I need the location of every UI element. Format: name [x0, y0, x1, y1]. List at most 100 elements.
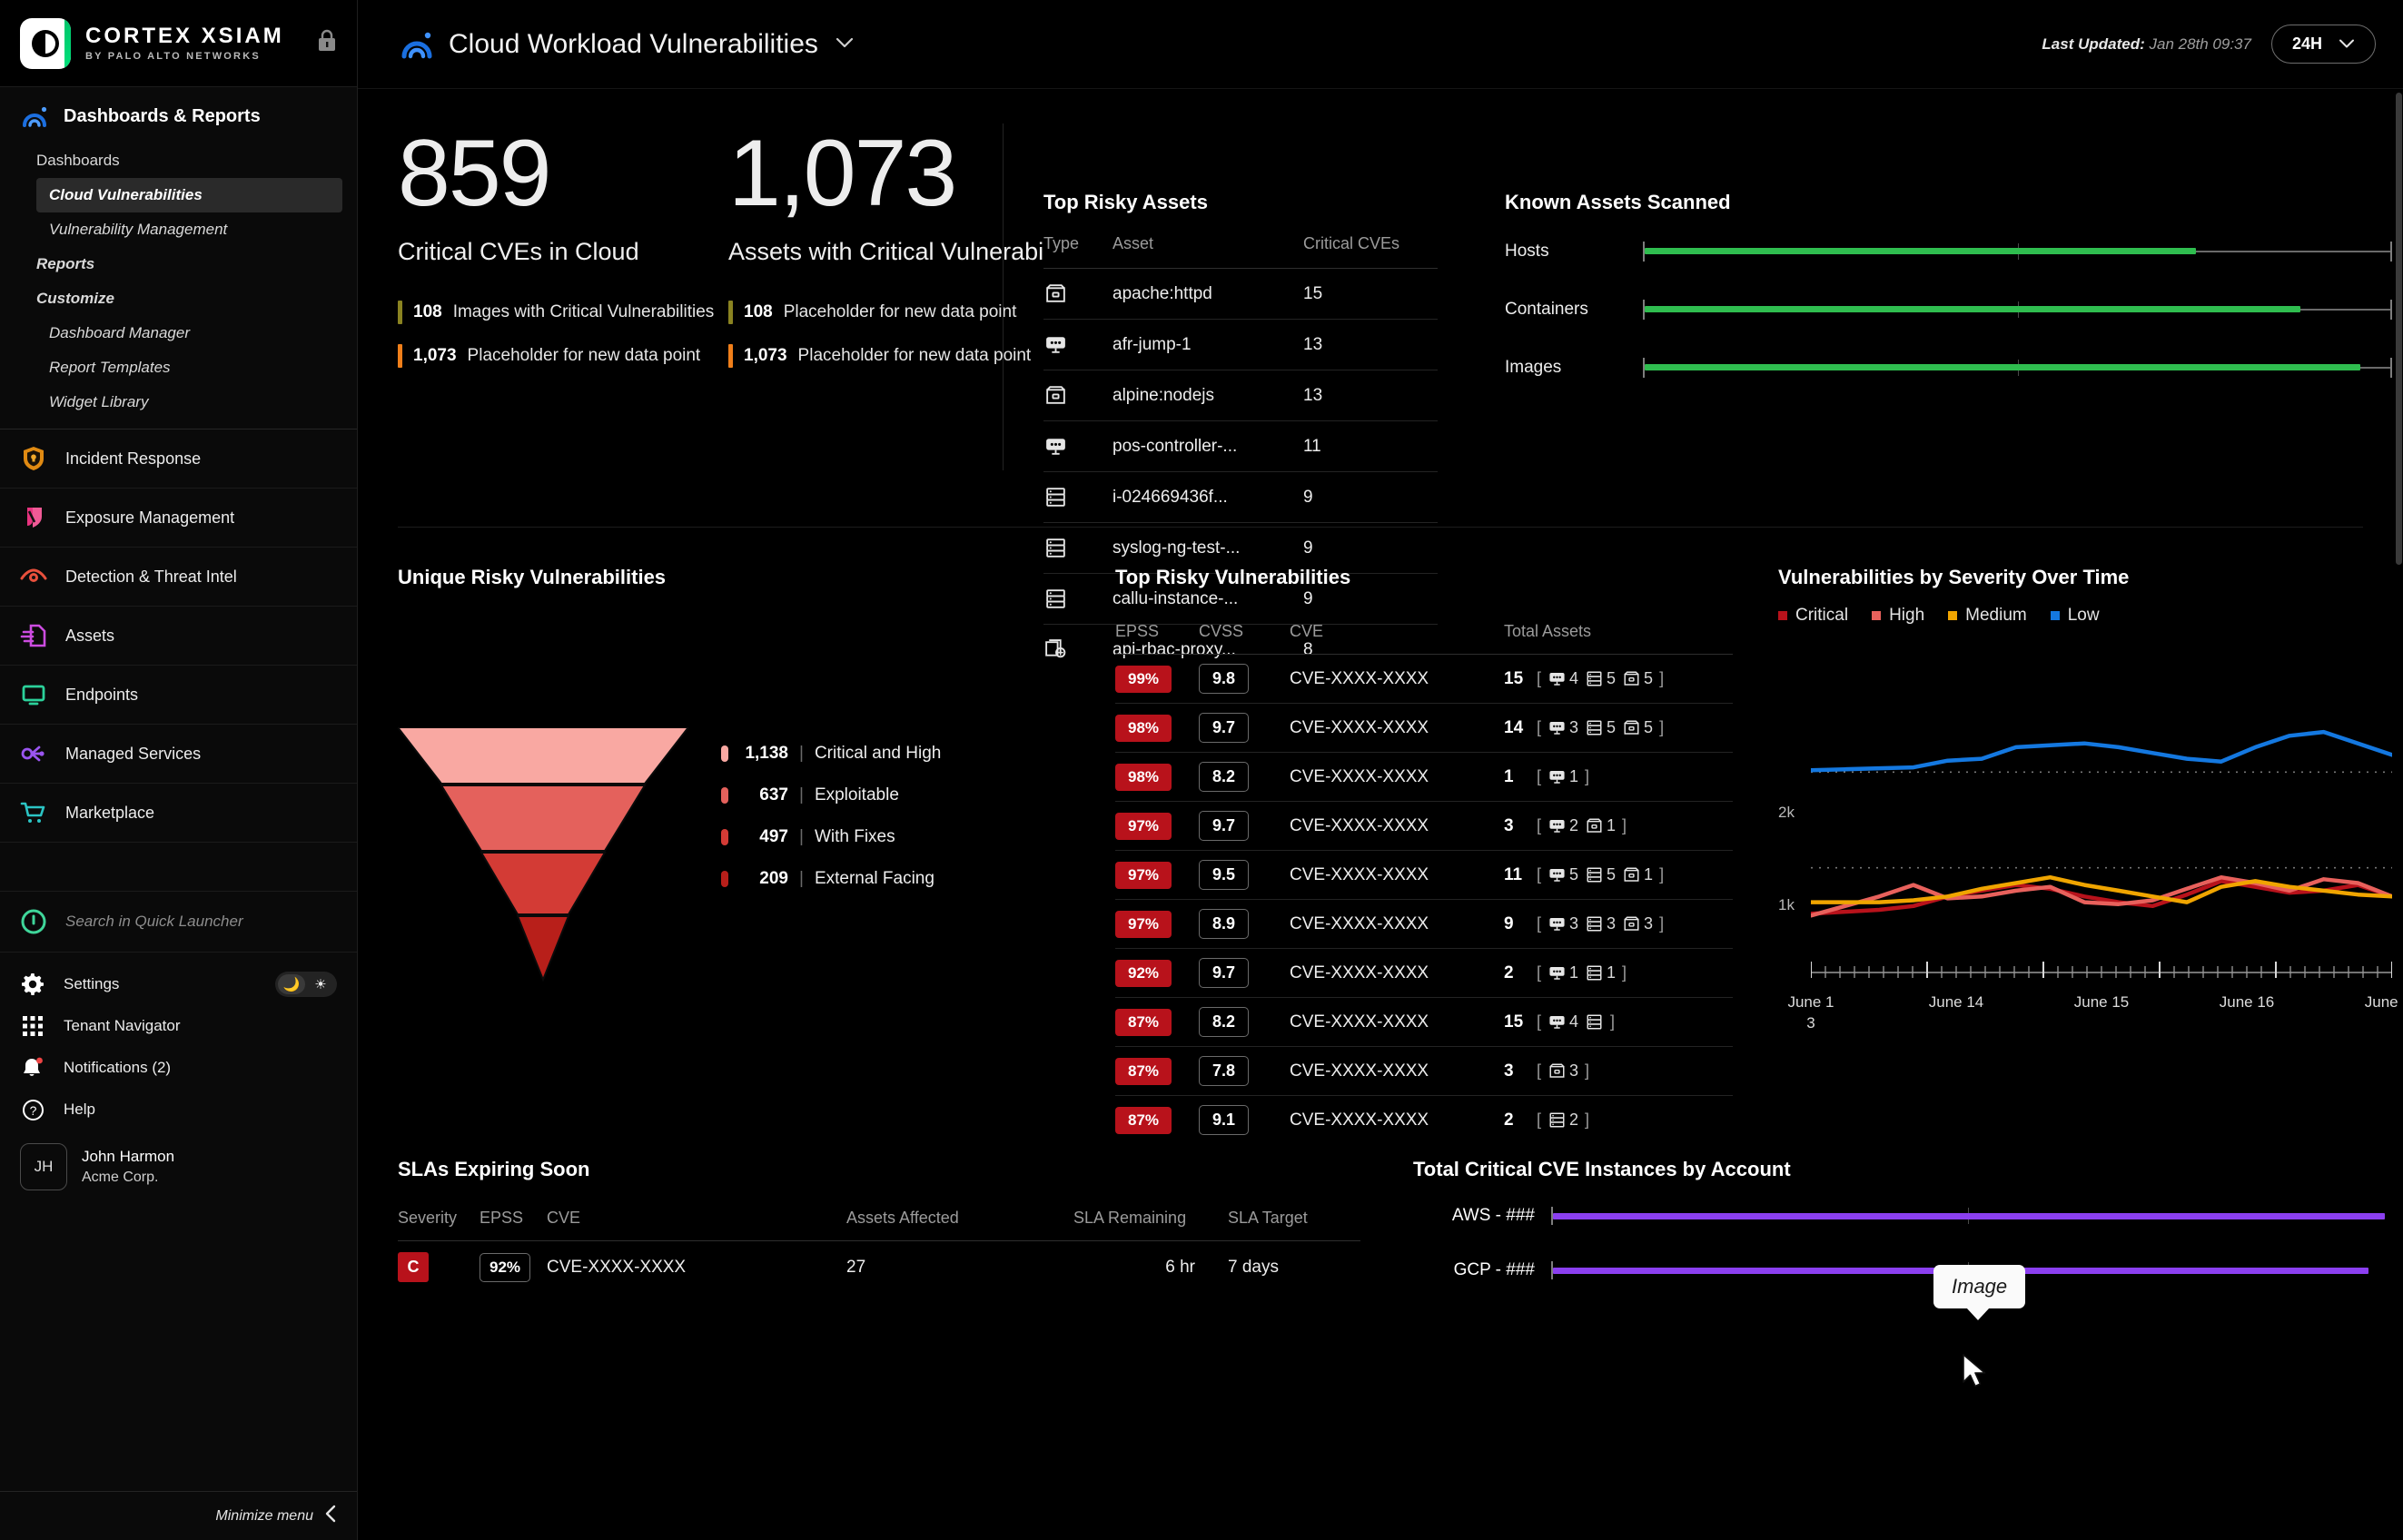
- sidebar-item-exposure-management[interactable]: Exposure Management: [0, 489, 357, 548]
- table-row[interactable]: 97% 9.5 CVE-XXXX-XXXX 11[5 5 1]: [1115, 850, 1733, 900]
- table-row[interactable]: alpine:nodejs 13: [1043, 370, 1438, 421]
- sidebar-sub-nav: Dashboards Cloud Vulnerabilities Vulnera…: [0, 143, 357, 429]
- sidebar-item-managed-services[interactable]: Managed Services: [0, 725, 357, 784]
- tenant-navigator-item[interactable]: Tenant Navigator: [0, 1005, 357, 1047]
- shield-icon: [20, 445, 47, 472]
- epss-cell: 87%: [1115, 1046, 1199, 1096]
- sidebar-item-widget-library[interactable]: Widget Library: [0, 385, 357, 420]
- vertical-scrollbar[interactable]: [2395, 89, 2403, 1540]
- table-row[interactable]: 97% 9.7 CVE-XXXX-XXXX 3[2 1]: [1115, 801, 1733, 851]
- cvss-badge: 7.8: [1199, 1056, 1250, 1086]
- kpi-subitem-value: 108: [413, 301, 442, 321]
- theme-toggle[interactable]: 🌙 ☀: [275, 972, 337, 997]
- settings-item[interactable]: Settings 🌙 ☀: [0, 963, 357, 1005]
- account-bar-track: [1551, 1207, 2385, 1225]
- severity-legend: Critical High Medium Low: [1778, 606, 2403, 626]
- asset-type-cell: [1043, 420, 1112, 472]
- sidebar-item-vulnerability-management[interactable]: Vulnerability Management: [0, 212, 357, 247]
- server-icon: [1585, 865, 1604, 884]
- dashboard-board: 859 Critical CVEs in Cloud 108 Images wi…: [358, 89, 2403, 1540]
- funnel-legend-item: 637 | Exploitable: [721, 785, 941, 805]
- sidebar-item-marketplace[interactable]: Marketplace: [0, 784, 357, 843]
- table-row[interactable]: apache:httpd 15: [1043, 268, 1438, 320]
- table-row[interactable]: 98% 8.2 CVE-XXXX-XXXX 1[1]: [1115, 752, 1733, 802]
- quick-launcher-input[interactable]: Search in Quick Launcher: [0, 892, 357, 953]
- asset-cves-cell: 15: [1303, 268, 1438, 320]
- sun-icon[interactable]: ☀: [307, 974, 334, 994]
- legend-item[interactable]: Medium: [1948, 606, 2027, 626]
- app-root: CORTEX XSIAM BY PALO ALTO NETWORKS Dashb…: [0, 0, 2403, 1540]
- table-row[interactable]: 98% 9.7 CVE-XXXX-XXXX 14[3 5 5]: [1115, 703, 1733, 753]
- known-assets-bar-label: Containers: [1505, 300, 1588, 319]
- table-row[interactable]: 87% 7.8 CVE-XXXX-XXXX 3[3]: [1115, 1046, 1733, 1096]
- kpi-subitem-value: 108: [744, 301, 773, 321]
- sidebar-item-assets[interactable]: Assets: [0, 607, 357, 666]
- known-assets-bar-row: Hosts: [1505, 231, 2392, 272]
- sidebar-item-cloud-vulnerabilities[interactable]: Cloud Vulnerabilities: [36, 178, 342, 212]
- host-icon: [1548, 669, 1567, 688]
- cvss-cell: 7.8: [1199, 1046, 1290, 1096]
- eye-icon: [20, 563, 47, 590]
- known-assets-bar-track: [1643, 300, 2392, 320]
- cvss-cell: 9.7: [1199, 703, 1290, 753]
- sidebar-item-endpoints[interactable]: Endpoints: [0, 666, 357, 725]
- host-icon: [1548, 816, 1567, 835]
- table-row[interactable]: 99% 9.8 CVE-XXXX-XXXX 15[4 5 5]: [1115, 654, 1733, 704]
- cve-cell: CVE-XXXX-XXXX: [1290, 654, 1504, 704]
- known-assets-bar-track: [1643, 242, 2392, 262]
- dashboards-arc-icon: [20, 102, 49, 131]
- scrollbar-thumb[interactable]: [2396, 93, 2402, 565]
- funnel-legend-label: External Facing: [814, 869, 934, 888]
- table-row[interactable]: C 92% CVE-XXXX-XXXX 27 6 hr 7 days: [398, 1240, 1360, 1293]
- sidebar-item-dashboard-manager[interactable]: Dashboard Manager: [0, 316, 357, 350]
- sidebar-item-dashboards[interactable]: Dashboards: [0, 143, 357, 178]
- sidebar-group-dashboards-reports[interactable]: Dashboards & Reports: [0, 87, 357, 143]
- brand-title: CORTEX XSIAM: [85, 23, 284, 48]
- table-row[interactable]: 87% 8.2 CVE-XXXX-XXXX 15[4]: [1115, 997, 1733, 1047]
- asset-name-cell: i-024669436f...: [1112, 471, 1303, 523]
- kpi-accent-bar: [728, 343, 733, 368]
- sidebar-item-report-templates[interactable]: Report Templates: [0, 350, 357, 385]
- minimize-menu-button[interactable]: Minimize menu: [0, 1491, 357, 1540]
- chevron-down-icon[interactable]: [835, 35, 855, 54]
- help-item[interactable]: ? Help: [0, 1089, 357, 1130]
- legend-swatch: [1948, 611, 1958, 620]
- cve-cell: CVE-XXXX-XXXX: [1290, 899, 1504, 949]
- asset-cves-cell: 9: [1303, 471, 1438, 523]
- chevron-left-icon: [324, 1505, 337, 1527]
- last-updated-label: Last Updated:: [2042, 35, 2145, 53]
- legend-item[interactable]: High: [1872, 606, 1924, 626]
- legend-item[interactable]: Low: [2050, 606, 2100, 626]
- legend-swatch: [1778, 611, 1787, 620]
- table-row[interactable]: afr-jump-1 13: [1043, 319, 1438, 370]
- user-profile[interactable]: JH John Harmon Acme Corp.: [0, 1130, 357, 1205]
- moon-icon[interactable]: 🌙: [278, 974, 305, 994]
- col-critical-cves: Critical CVEs: [1303, 234, 1400, 252]
- x-tick-label: June 15: [2073, 993, 2130, 1011]
- sla-assets-cell: 27: [846, 1240, 1073, 1293]
- sidebar-item-reports[interactable]: Reports: [0, 247, 357, 281]
- known-assets-bar-fill: [1645, 306, 2300, 312]
- funnel-legend-label: Exploitable: [814, 785, 899, 805]
- lock-icon[interactable]: [317, 29, 337, 58]
- table-row[interactable]: 92% 9.7 CVE-XXXX-XXXX 2[1 1]: [1115, 948, 1733, 998]
- epss-badge: 97%: [1115, 812, 1172, 840]
- table-row[interactable]: pos-controller-... 11: [1043, 420, 1438, 472]
- sidebar-item-label: Detection & Threat Intel: [65, 567, 237, 586]
- container-image-icon: [1622, 718, 1641, 737]
- time-range-selector[interactable]: 24H: [2270, 25, 2376, 64]
- legend-item[interactable]: Critical: [1778, 606, 1848, 626]
- col-cve: CVE: [1290, 622, 1324, 640]
- sidebar-item-detection-threat-intel[interactable]: Detection & Threat Intel: [0, 548, 357, 607]
- account-bar-row: GCP - ###: [1413, 1250, 2385, 1290]
- sidebar-item-customize[interactable]: Customize: [0, 281, 357, 316]
- table-row[interactable]: 97% 8.9 CVE-XXXX-XXXX 9[3 3 3]: [1115, 899, 1733, 949]
- total-assets-cell: 1[1]: [1504, 752, 1733, 802]
- quick-launcher-placeholder: Search in Quick Launcher: [65, 913, 243, 930]
- container-image-icon: [1622, 914, 1641, 933]
- sidebar-item-incident-response[interactable]: Incident Response: [0, 429, 357, 489]
- table-row[interactable]: i-024669436f... 9: [1043, 471, 1438, 523]
- panel-title: Top Risky Assets: [1043, 191, 1208, 213]
- notifications-item[interactable]: Notifications (2): [0, 1047, 357, 1089]
- epss-cell: 98%: [1115, 703, 1199, 753]
